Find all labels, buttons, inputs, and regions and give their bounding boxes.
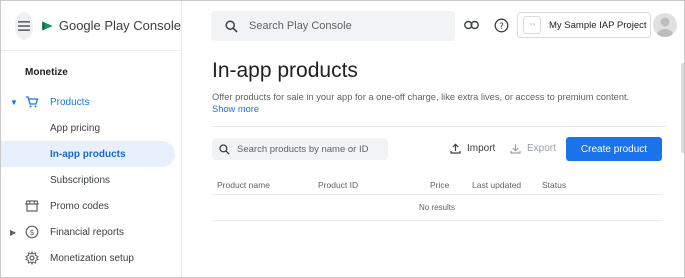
cart-icon [24, 94, 40, 110]
sidebar-item-label: Products [50, 96, 90, 108]
create-product-button[interactable]: Create product [566, 137, 662, 161]
page-title: In-app products [212, 59, 358, 82]
search-icon [219, 143, 230, 155]
brand-name: Google Play Console [58, 18, 181, 33]
sidebar-header: Google Play Console [1, 1, 181, 51]
page-description: Offer products for sale in your app for … [212, 92, 630, 102]
column-header-status[interactable]: Status [542, 180, 566, 190]
sidebar-nav: ▼ Products App pricing In-app products S… [1, 89, 182, 271]
caret-right-icon: ▶ [10, 227, 17, 237]
product-search-bar[interactable] [212, 138, 388, 160]
project-logo-icon: ~~ [523, 16, 541, 34]
caret-down-icon: ▼ [10, 97, 18, 107]
store-icon [24, 198, 40, 214]
project-selector[interactable]: ~~ My Sample IAP Project [517, 12, 651, 38]
sidebar-item-subscriptions[interactable]: Subscriptions [1, 167, 182, 193]
app-window: Google Play Console Monetize ▼ Products … [0, 0, 685, 278]
import-button[interactable]: Import [450, 143, 495, 154]
sidebar-item-products[interactable]: ▼ Products [1, 89, 182, 115]
table-header: Product name Product ID Price Last updat… [212, 173, 662, 195]
sidebar-item-monetization-setup[interactable]: Monetization setup [1, 245, 182, 271]
sidebar-item-app-pricing[interactable]: App pricing [1, 115, 182, 141]
sidebar-item-financial-reports[interactable]: ▶ $ Financial reports [1, 219, 182, 245]
column-header-last-updated[interactable]: Last updated [472, 180, 521, 190]
search-icon [225, 19, 238, 33]
dollar-circle-icon: $ [24, 224, 40, 240]
project-name: My Sample IAP Project [549, 19, 647, 31]
play-console-logo[interactable] [41, 16, 54, 36]
sidebar-item-in-app-products[interactable]: In-app products [1, 141, 175, 167]
sidebar-item-label: Monetization setup [50, 252, 134, 264]
main-content: In-app products Offer products for sale … [182, 51, 684, 277]
gear-icon [24, 250, 40, 266]
search-input[interactable] [249, 20, 439, 32]
sidebar-item-label: Promo codes [50, 200, 109, 212]
sidebar-item-label: Financial reports [50, 226, 124, 238]
column-header-price[interactable]: Price [430, 180, 449, 190]
product-search-input[interactable] [237, 143, 387, 155]
sidebar-item-promo-codes[interactable]: Promo codes [1, 193, 182, 219]
avatar[interactable] [653, 13, 677, 37]
link-icon[interactable] [462, 16, 480, 34]
top-bar: ? ~~ My Sample IAP Project [182, 1, 684, 51]
empty-state: No results [212, 195, 662, 221]
section-title-monetize: Monetize [25, 67, 68, 78]
sidebar-item-label: In-app products [50, 148, 126, 160]
divider [212, 126, 667, 127]
svg-text:?: ? [499, 22, 504, 32]
sidebar-item-label: App pricing [50, 122, 101, 134]
column-header-product-id[interactable]: Product ID [318, 180, 358, 190]
sidebar-item-label: Subscriptions [50, 174, 111, 186]
scrollbar-thumb[interactable] [681, 63, 684, 153]
download-icon [510, 143, 521, 154]
hamburger-icon [18, 20, 30, 31]
svg-text:$: $ [29, 228, 34, 237]
help-icon[interactable]: ? [492, 16, 510, 34]
import-label: Import [467, 143, 496, 154]
show-more-link[interactable]: Show more [212, 104, 259, 114]
export-label: Export [527, 143, 556, 154]
scrollbar[interactable] [680, 51, 684, 277]
user-icon [657, 17, 673, 37]
sidebar: Google Play Console Monetize ▼ Products … [1, 1, 182, 277]
menu-button[interactable] [15, 11, 33, 40]
search-bar[interactable] [211, 11, 455, 41]
column-header-product-name[interactable]: Product name [217, 180, 270, 190]
upload-icon [450, 143, 461, 154]
export-button[interactable]: Export [510, 143, 556, 154]
